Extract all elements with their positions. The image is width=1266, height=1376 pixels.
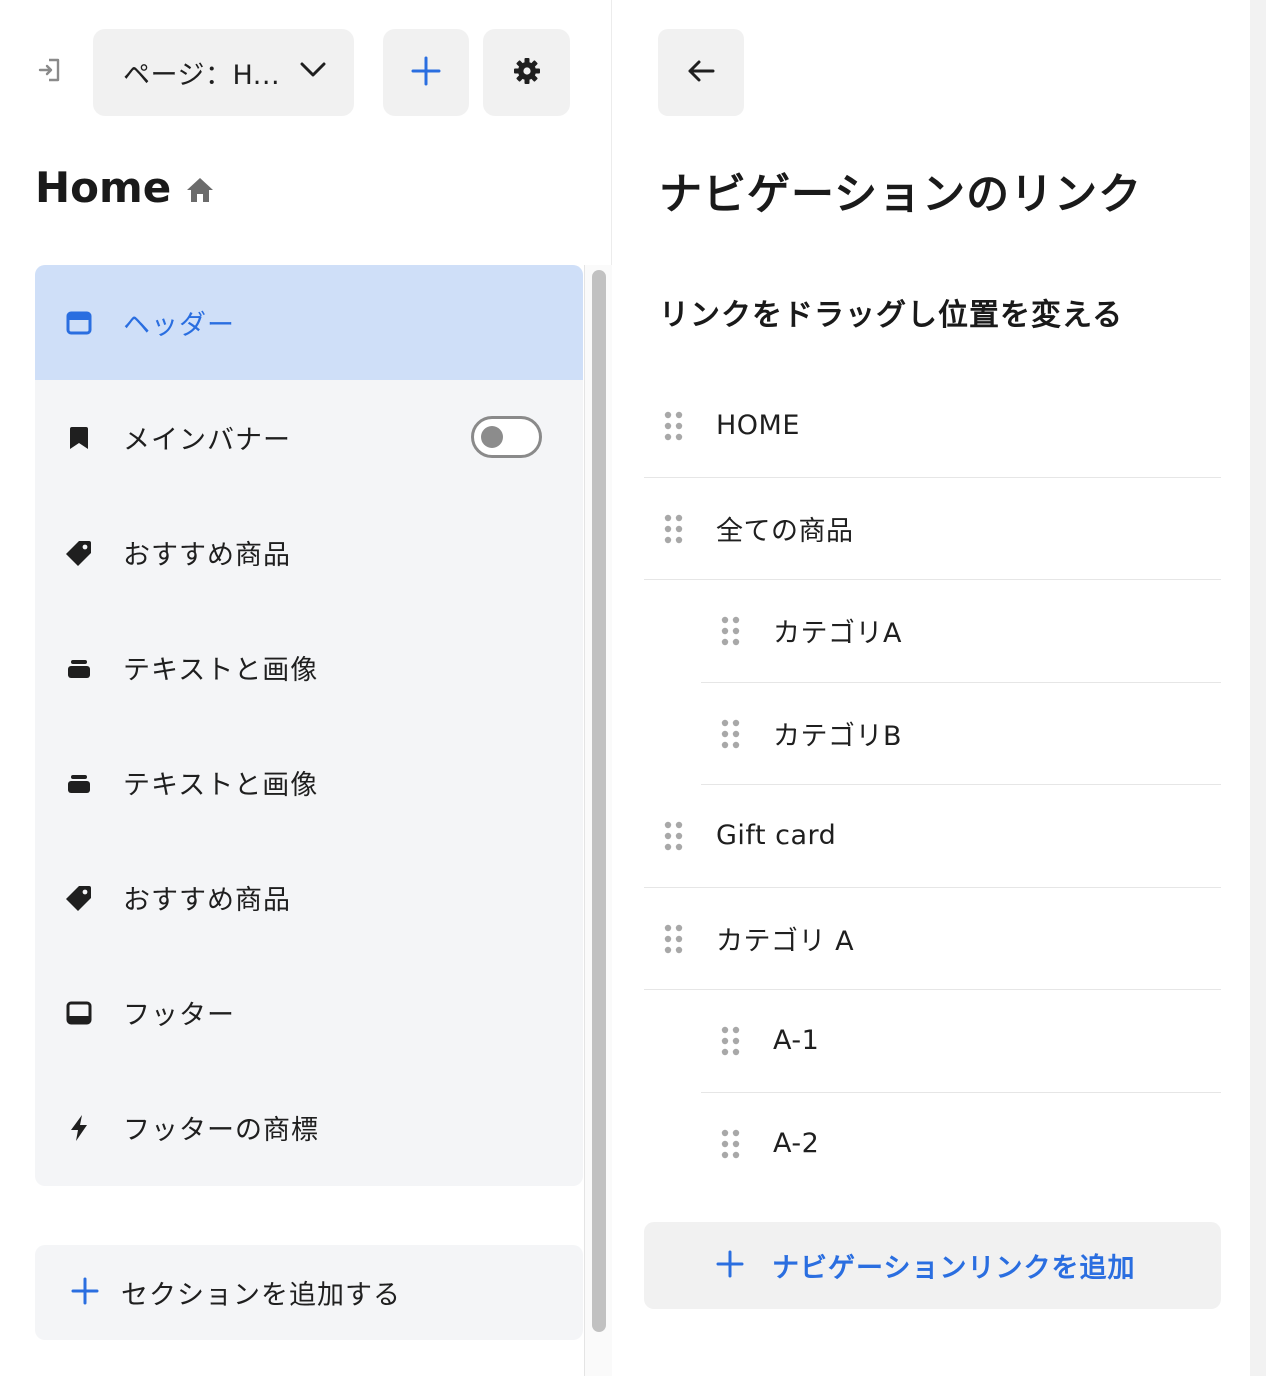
section-item-label: おすすめ商品 [123, 540, 291, 571]
section-item-text-image[interactable]: テキストと画像 [35, 725, 583, 840]
tag-icon [65, 539, 93, 567]
nav-link-label: A-2 [773, 1128, 820, 1160]
page-title-row: Home [35, 163, 215, 212]
section-item-label: メインバナー [123, 425, 291, 456]
page-title: Home [35, 163, 172, 212]
nav-link-label: カテゴリA [773, 618, 902, 650]
section-item-main-banner[interactable]: メインバナー [35, 380, 583, 495]
arrow-left-icon [687, 59, 715, 87]
drag-handle-icon[interactable] [721, 616, 741, 650]
nav-link-item[interactable]: カテゴリ A [644, 888, 1221, 990]
section-item-label: テキストと画像 [123, 655, 319, 686]
plus-icon [411, 56, 441, 90]
panel-title: ナビゲーションのリンク [659, 170, 1143, 220]
section-item-label: ヘッダー [123, 310, 235, 341]
nav-link-label: Gift card [716, 820, 837, 852]
drag-handle-icon[interactable] [721, 1026, 741, 1060]
gear-icon [513, 57, 541, 89]
drag-handle-icon[interactable] [721, 1129, 741, 1163]
page-selector[interactable]: ページ：H... [93, 29, 354, 116]
header-layout-icon [65, 309, 93, 337]
drag-handle-icon[interactable] [664, 924, 684, 958]
nav-link-subitem[interactable]: A-1 [701, 990, 1221, 1093]
nav-link-label: カテゴリ A [716, 925, 855, 957]
chevron-down-icon [300, 60, 326, 84]
section-item-header[interactable]: ヘッダー [35, 265, 583, 380]
nav-link-subitem[interactable]: A-2 [701, 1093, 1221, 1196]
add-page-button[interactable] [383, 29, 469, 116]
sections-panel: ページ：H... Home ヘッダー メインバナー おすすめ商品 テキストと画像… [0, 0, 612, 1376]
toggle-knob [481, 426, 503, 448]
navigation-links-panel: ナビゲーションのリンク リンクをドラッグし位置を変える HOME 全ての商品 カ… [613, 0, 1250, 1376]
nav-link-label: カテゴリB [773, 720, 903, 752]
footer-layout-icon [65, 999, 93, 1027]
back-button[interactable] [658, 29, 744, 116]
section-item-label: フッターの商標 [123, 1115, 319, 1146]
nav-link-subitem[interactable]: カテゴリB [701, 683, 1221, 785]
plus-icon [716, 1250, 744, 1282]
panel-subtitle: リンクをドラッグし位置を変える [659, 298, 1124, 333]
nav-link-label: A-1 [773, 1025, 820, 1057]
section-item-footer[interactable]: フッター [35, 955, 583, 1070]
tag-icon [65, 884, 93, 912]
nav-link-item[interactable]: 全ての商品 [644, 478, 1221, 580]
nav-link-item[interactable]: Gift card [644, 785, 1221, 888]
bookmark-icon [65, 424, 93, 452]
exit-button[interactable] [30, 52, 70, 92]
image-text-icon [65, 769, 93, 797]
add-navigation-link-button[interactable]: ナビゲーションリンクを追加 [644, 1222, 1221, 1309]
exit-icon [37, 57, 63, 87]
image-text-icon [65, 654, 93, 682]
page-selector-label: ページ：H... [123, 60, 281, 91]
add-section-label: セクションを追加する [121, 1280, 401, 1311]
settings-button[interactable] [483, 29, 570, 116]
nav-link-subitem[interactable]: カテゴリA [701, 580, 1221, 683]
home-icon [185, 176, 215, 204]
section-item-text-image[interactable]: テキストと画像 [35, 610, 583, 725]
visibility-toggle[interactable] [471, 416, 542, 458]
section-item-footer-trademark[interactable]: フッターの商標 [35, 1070, 583, 1185]
lightning-icon [65, 1114, 93, 1142]
nav-link-label: HOME [716, 410, 800, 442]
window-edge [1250, 0, 1266, 1376]
nav-link-item[interactable]: HOME [644, 375, 1221, 478]
drag-handle-icon[interactable] [664, 821, 684, 855]
scrollbar-thumb[interactable] [592, 270, 606, 1332]
plus-icon [71, 1277, 99, 1309]
section-item-label: おすすめ商品 [123, 885, 291, 916]
section-item-recommended-products[interactable]: おすすめ商品 [35, 495, 583, 610]
section-item-label: フッター [123, 1000, 235, 1031]
section-list: ヘッダー メインバナー おすすめ商品 テキストと画像 テキストと画像 おすすめ商… [35, 265, 583, 1186]
add-navigation-link-label: ナビゲーションリンクを追加 [772, 1253, 1136, 1284]
drag-handle-icon[interactable] [721, 719, 741, 753]
section-item-recommended-products[interactable]: おすすめ商品 [35, 840, 583, 955]
navigation-link-list: HOME 全ての商品 カテゴリA カテゴリB Gift card カテゴリ A … [644, 375, 1221, 1195]
drag-handle-icon[interactable] [664, 514, 684, 548]
section-item-label: テキストと画像 [123, 770, 319, 801]
nav-link-label: 全ての商品 [716, 515, 854, 547]
drag-handle-icon[interactable] [664, 411, 684, 445]
add-section-button[interactable]: セクションを追加する [35, 1245, 583, 1340]
